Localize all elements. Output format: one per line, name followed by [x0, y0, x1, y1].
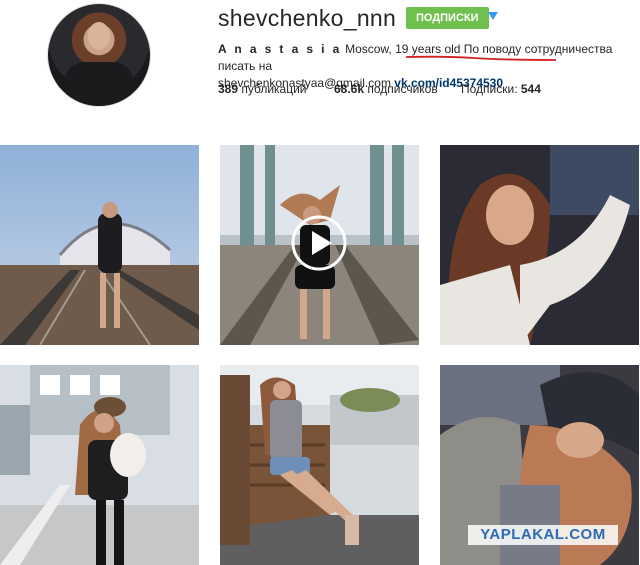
avatar-face: [88, 22, 110, 50]
post-tile-video[interactable]: [220, 145, 419, 345]
post-image-bridge: [0, 145, 199, 345]
post-tile[interactable]: [220, 365, 419, 565]
post-tile[interactable]: [440, 145, 639, 345]
chevron-down-icon[interactable]: [488, 12, 498, 20]
bio-name: A n a s t a s i a: [218, 42, 342, 56]
posts-count[interactable]: 389 публикаций: [218, 82, 307, 96]
profile-username: shevchenko_nnn: [218, 5, 397, 31]
post-image-portrait: [440, 145, 639, 345]
post-image-bench: [220, 365, 419, 565]
following-button[interactable]: ПОДПИСКИ: [406, 7, 489, 29]
post-image-dog: [0, 365, 199, 565]
followers-count[interactable]: 68.6k подписчиков: [334, 82, 438, 96]
profile-avatar[interactable]: [48, 4, 150, 106]
red-underline-annotation: [405, 55, 557, 61]
post-tile[interactable]: [0, 145, 199, 345]
post-image-rails: [220, 145, 419, 345]
avatar-jacket: [66, 62, 132, 106]
site-watermark: YAPLAKAL.COM: [468, 525, 618, 545]
following-count[interactable]: Подписки: 544: [461, 82, 541, 96]
post-tile[interactable]: [0, 365, 199, 565]
